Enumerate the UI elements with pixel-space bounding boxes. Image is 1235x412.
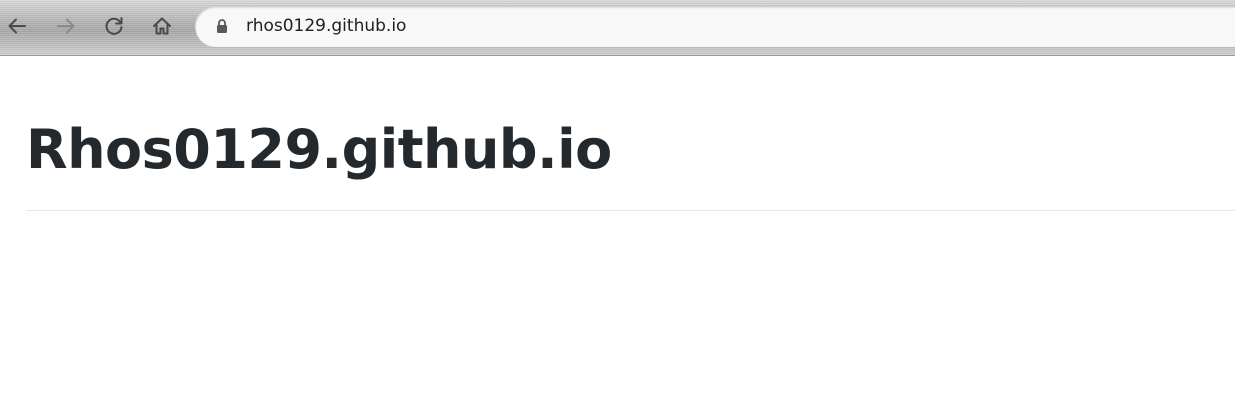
reload-icon [105,17,123,35]
browser-toolbar: rhos0129.github.io [0,0,1235,56]
arrow-left-icon [8,18,26,34]
home-button[interactable] [147,11,177,41]
page-title: Rhos0129.github.io [26,118,612,181]
home-icon [153,17,171,35]
page-content: Rhos0129.github.io [0,57,1235,412]
address-bar[interactable]: rhos0129.github.io [195,6,1235,47]
address-bar-url[interactable]: rhos0129.github.io [246,16,406,36]
title-divider [26,210,1235,211]
arrow-right-icon [57,18,75,34]
back-button[interactable] [2,11,32,41]
lock-icon[interactable] [215,18,229,35]
reload-button[interactable] [99,11,129,41]
forward-button[interactable] [51,11,81,41]
